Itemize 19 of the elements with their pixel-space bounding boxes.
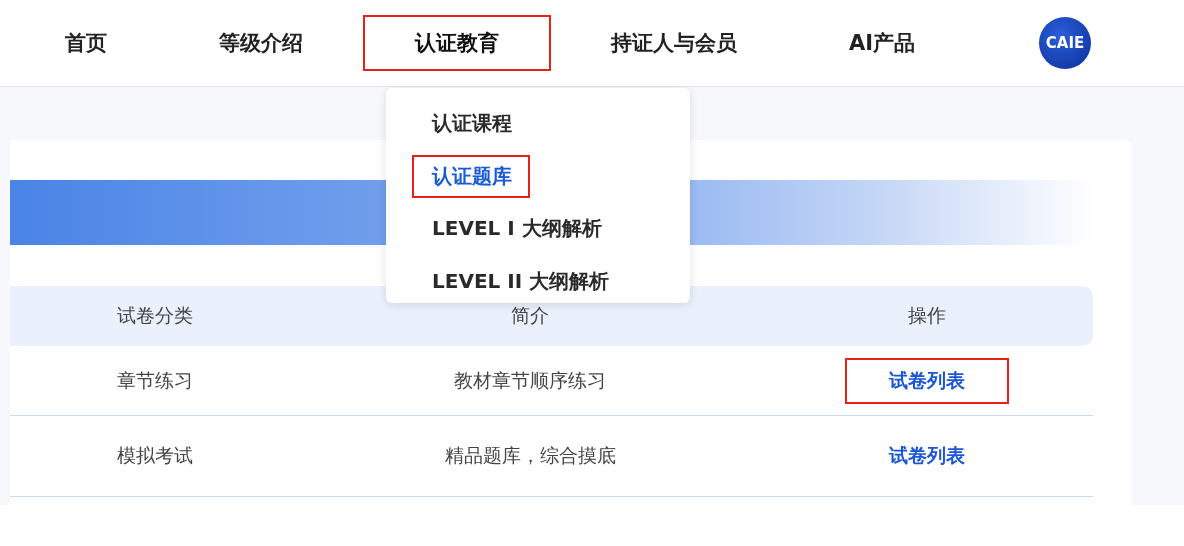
menu-item[interactable]: LEVEL I 大纲解析 <box>412 207 620 251</box>
nav-item[interactable]: 认证教育 <box>363 15 551 71</box>
paper-list-link[interactable]: 试卷列表 <box>844 433 1009 479</box>
nav-item[interactable]: 首页 <box>13 15 159 71</box>
table-cell-text: 精品题库，综合摸底 <box>444 443 616 468</box>
menu-item[interactable]: LEVEL II 大纲解析 <box>412 259 628 303</box>
table-cell-text: 模拟考试 <box>117 443 193 468</box>
column-header: 操作 <box>907 303 946 328</box>
column-header: 简介 <box>511 303 549 328</box>
nav-item[interactable]: 等级介绍 <box>167 15 355 71</box>
paper-list-link[interactable]: 试卷列表 <box>844 357 1009 404</box>
table-cell-text: 教材章节顺序练习 <box>454 367 606 393</box>
table-cell-text: 章节练习 <box>117 367 193 393</box>
nav-item[interactable]: 持证人与会员 <box>559 15 789 71</box>
nav-item[interactable]: AI产品 <box>797 15 968 71</box>
logo[interactable]: CAIE <box>1039 17 1092 69</box>
menu-item[interactable]: 认证题库 <box>412 154 530 198</box>
menu-item[interactable]: 认证课程 <box>412 102 530 146</box>
column-header: 试卷分类 <box>117 303 193 328</box>
